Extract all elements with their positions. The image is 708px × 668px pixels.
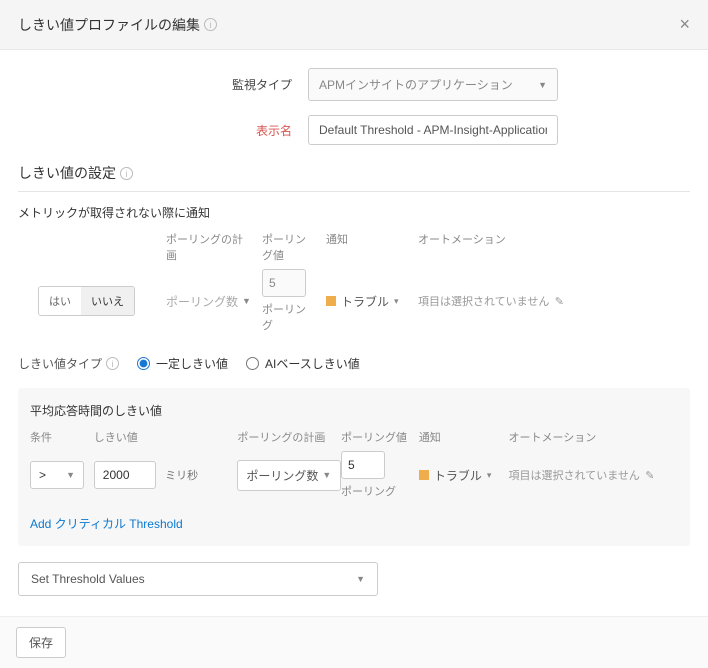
h-notification: 通知 — [419, 429, 509, 445]
grid-headers: ポーリングの計画 ポーリング値 通知 オートメーション — [38, 231, 690, 263]
edit-icon[interactable]: ✎ — [555, 296, 564, 308]
panel-polling-plan-dropdown[interactable]: ポーリング数 ▼ — [237, 460, 341, 491]
yes-no-toggle[interactable]: はい いいえ — [38, 286, 135, 316]
threshold-unit: ミリ秒 — [165, 470, 198, 482]
chevron-down-icon: ▾ — [394, 296, 399, 307]
display-name-label: 表示名 — [18, 122, 308, 139]
condition-select[interactable]: > ▼ — [30, 461, 84, 489]
monitor-type-row: 監視タイプ APMインサイトのアプリケーション ▼ — [18, 68, 690, 101]
threshold-type-text: しきい値タイプ — [18, 355, 102, 372]
chevron-down-icon: ▼ — [66, 470, 75, 480]
status-color-icon — [419, 470, 429, 480]
panel-polling-plan-text: ポーリング数 — [246, 467, 318, 484]
radio-ai[interactable]: AIベースしきい値 — [246, 355, 360, 372]
threshold-settings-text: しきい値の設定 — [18, 163, 116, 183]
panel-automation-cell: 項目は選択されていません ✎ — [509, 467, 678, 483]
notify-row: はい いいえ ポーリング数 ▼ ポーリング トラブル ▾ 項目は選択されていませ… — [38, 269, 690, 333]
radio-fixed[interactable]: 一定しきい値 — [137, 355, 228, 372]
panel-status-dropdown[interactable]: トラブル ▾ — [419, 467, 509, 484]
col-empty — [38, 231, 166, 263]
radio-fixed-label: 一定しきい値 — [156, 355, 228, 372]
panel-title: 平均応答時間のしきい値 — [30, 402, 678, 419]
threshold-input[interactable] — [94, 461, 156, 489]
condition-cell: > ▼ — [30, 461, 94, 489]
title-text: しきい値プロファイルの編集 — [18, 15, 200, 35]
h-condition: 条件 — [30, 429, 94, 445]
radio-fixed-input[interactable] — [137, 357, 150, 370]
panel-row: > ▼ ミリ秒 ポーリング数 ▼ ポーリング — [30, 451, 678, 499]
toggle-cell: はい いいえ — [38, 286, 166, 316]
h-polling-plan: ポーリングの計画 — [237, 429, 341, 445]
toggle-yes[interactable]: はい — [39, 287, 81, 315]
display-name-input[interactable] — [308, 115, 558, 145]
chevron-down-icon: ▼ — [242, 296, 251, 306]
polling-plan-dropdown[interactable]: ポーリング数 ▼ — [166, 293, 252, 310]
dialog-body: 監視タイプ APMインサイトのアプリケーション ▼ 表示名 しきい値の設定 i … — [0, 50, 708, 616]
status-color-icon — [326, 296, 336, 306]
dialog-header: しきい値プロファイルの編集 i × — [0, 0, 708, 50]
threshold-type-radios: 一定しきい値 AIベースしきい値 — [137, 355, 360, 372]
automation-cell: 項目は選択されていません ✎ — [418, 293, 584, 309]
info-icon[interactable]: i — [120, 167, 133, 180]
polling-plan-text: ポーリング数 — [166, 293, 238, 310]
h-automation: オートメーション — [509, 429, 678, 445]
col-automation: オートメーション — [418, 231, 584, 263]
edit-icon[interactable]: ✎ — [645, 470, 654, 482]
chevron-down-icon: ▼ — [322, 470, 331, 480]
monitor-type-select[interactable]: APMインサイトのアプリケーション ▼ — [308, 68, 558, 101]
threshold-type-label: しきい値タイプ i — [18, 355, 119, 372]
panel-headers: 条件 しきい値 ポーリングの計画 ポーリング値 通知 オートメーション — [30, 429, 678, 445]
set-threshold-text: Set Threshold Values — [31, 572, 145, 586]
col-notification: 通知 — [326, 231, 418, 263]
status-text: トラブル — [341, 293, 389, 310]
chevron-down-icon: ▼ — [356, 574, 365, 584]
add-critical-link[interactable]: Add クリティカル Threshold — [30, 515, 183, 532]
response-time-panel: 平均応答時間のしきい値 条件 しきい値 ポーリングの計画 ポーリング値 通知 オ… — [18, 388, 690, 546]
toggle-no[interactable]: いいえ — [81, 287, 134, 315]
panel-status-cell: トラブル ▾ — [419, 467, 509, 484]
info-icon[interactable]: i — [106, 357, 119, 370]
status-cell: トラブル ▾ — [326, 293, 418, 310]
set-threshold-dropdown[interactable]: Set Threshold Values ▼ — [18, 562, 378, 596]
polling-plan-cell: ポーリング数 ▼ — [166, 293, 262, 310]
h-polling-value: ポーリング値 — [341, 429, 419, 445]
panel-polling-value-input[interactable] — [341, 451, 385, 479]
save-button[interactable]: 保存 — [16, 627, 66, 658]
panel-status-text: トラブル — [434, 467, 482, 484]
status-dropdown[interactable]: トラブル ▾ — [326, 293, 408, 310]
info-icon[interactable]: i — [204, 18, 217, 31]
close-button[interactable]: × — [679, 14, 690, 35]
chevron-down-icon: ▼ — [538, 80, 547, 90]
polling-value-input[interactable] — [262, 269, 306, 297]
dialog-footer: 保存 — [0, 616, 708, 668]
col-polling-plan: ポーリングの計画 — [166, 231, 262, 263]
chevron-down-icon: ▾ — [487, 470, 492, 481]
panel-polling-unit: ポーリング — [341, 483, 419, 499]
automation-text: 項目は選択されていません — [418, 296, 549, 308]
panel-automation-text: 項目は選択されていません — [509, 470, 640, 482]
threshold-cell: ミリ秒 — [94, 461, 238, 489]
panel-polling-value-cell: ポーリング — [341, 451, 419, 499]
polling-unit: ポーリング — [262, 301, 316, 333]
notify-label: メトリックが取得されない際に通知 — [18, 204, 690, 221]
threshold-settings-title: しきい値の設定 i — [18, 163, 690, 183]
radio-ai-input[interactable] — [246, 357, 259, 370]
threshold-type-row: しきい値タイプ i 一定しきい値 AIベースしきい値 — [18, 355, 690, 372]
condition-value: > — [39, 468, 46, 482]
panel-polling-plan-cell: ポーリング数 ▼ — [237, 460, 341, 491]
polling-value-cell: ポーリング — [262, 269, 326, 333]
display-name-row: 表示名 — [18, 115, 690, 145]
dialog-title: しきい値プロファイルの編集 i — [18, 15, 217, 35]
monitor-type-value: APMインサイトのアプリケーション — [319, 76, 513, 93]
col-polling-value: ポーリング値 — [262, 231, 326, 263]
radio-ai-label: AIベースしきい値 — [265, 355, 360, 372]
h-threshold: しきい値 — [94, 429, 238, 445]
divider — [18, 191, 690, 192]
monitor-type-label: 監視タイプ — [18, 76, 308, 93]
